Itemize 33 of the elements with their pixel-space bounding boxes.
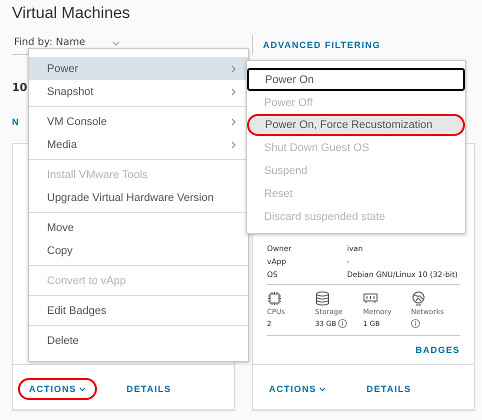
menu-item[interactable]: Power On, Force Recustomization [247, 114, 465, 136]
memory-icon [363, 291, 378, 306]
menu-item[interactable]: Move [29, 216, 248, 239]
info-icon [338, 319, 348, 328]
menu-item[interactable]: Copy [29, 239, 248, 262]
new-vm-link[interactable]: N [12, 117, 20, 127]
chevron-right-icon [231, 64, 236, 72]
actions-button[interactable]: ACTIONS [258, 378, 336, 400]
badges-link[interactable]: BADGES [415, 345, 460, 355]
chip-icon [267, 291, 282, 306]
menu-item[interactable]: VM Console [29, 110, 248, 133]
chevron-right-icon [231, 88, 236, 96]
menu-item[interactable]: Power [29, 57, 248, 80]
menu-item[interactable]: Power On [247, 68, 465, 91]
chevron-down-icon [112, 41, 120, 46]
menu-item[interactable]: Snapshot [29, 80, 248, 103]
info-icon [411, 319, 420, 328]
menu-item[interactable]: Media [29, 133, 248, 156]
chevron-right-icon [231, 140, 236, 148]
advanced-filtering-link[interactable]: ADVANCED FILTERING [263, 40, 381, 50]
menu-item[interactable]: Upgrade Virtual Hardware Version [29, 186, 248, 209]
page-title: Virtual Machines [12, 4, 131, 24]
menu-item[interactable]: Delete [29, 329, 248, 352]
database-icon [315, 291, 330, 306]
chevron-down-icon [318, 386, 326, 392]
actions-button[interactable]: ACTIONS [18, 378, 96, 400]
details-link[interactable]: DETAILS [366, 384, 412, 394]
globe-icon [411, 291, 426, 306]
vm-count: 10 [12, 81, 28, 94]
chevron-down-icon [78, 386, 86, 392]
details-link[interactable]: DETAILS [126, 384, 172, 394]
chevron-right-icon [231, 118, 236, 126]
menu-item[interactable]: Edit Badges [29, 299, 248, 322]
